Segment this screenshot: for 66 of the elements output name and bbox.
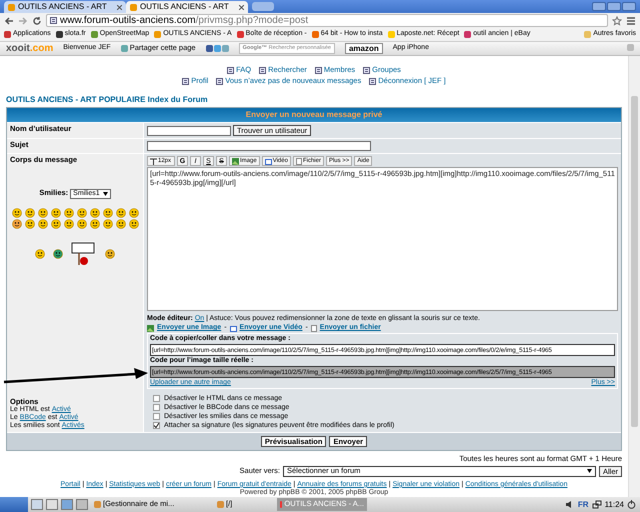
smiley-icon[interactable] [24, 218, 34, 229]
page-icon [363, 66, 370, 74]
smiley-icon[interactable] [90, 208, 100, 218]
caret-icon[interactable] [586, 469, 592, 474]
page-icon [50, 17, 57, 24]
smiley-icon[interactable] [76, 208, 86, 218]
smiley-icon[interactable] [102, 218, 112, 229]
address-field[interactable]: www.forum-outils-anciens.com/privmsg.php?mode=post [46, 14, 608, 27]
checkbox[interactable] [153, 422, 160, 430]
smiley-icon[interactable] [90, 218, 100, 229]
smiley-icon[interactable] [64, 218, 74, 229]
smiley-icon[interactable] [24, 208, 34, 218]
clock: 11:24 [604, 500, 624, 510]
page-icon [369, 78, 376, 85]
smiley-icon[interactable] [105, 248, 115, 259]
facebook-icon[interactable] [206, 45, 213, 52]
checkbox[interactable] [153, 404, 160, 412]
smiley-icon[interactable] [12, 218, 22, 229]
smiley-icon[interactable] [12, 208, 22, 218]
smiley-icon[interactable] [50, 218, 60, 229]
menu-icon[interactable] [626, 16, 636, 26]
picture-icon [147, 324, 154, 332]
text-size-icon [150, 158, 157, 165]
smiley-icon[interactable] [38, 208, 48, 218]
checkmark-icon [154, 423, 159, 428]
smiley-icon[interactable] [50, 208, 60, 218]
subject-field[interactable] [147, 141, 371, 152]
network-icon[interactable] [592, 500, 602, 509]
browser-tab[interactable]: OUTILS ANCIENS - ART [126, 1, 248, 13]
username-field[interactable] [147, 126, 231, 136]
page-icon [216, 78, 224, 85]
file-icon [296, 158, 302, 165]
page-icon [227, 66, 234, 74]
restore-button[interactable] [607, 2, 621, 11]
page-icon [314, 66, 322, 74]
forum-index-link[interactable]: OUTILS ANCIENS - ART POPULAIRE Index du Forum [6, 94, 208, 104]
checkbox[interactable] [153, 395, 160, 402]
star-icon[interactable] [612, 16, 622, 26]
checkbox[interactable] [153, 413, 160, 420]
smiley-icon[interactable] [76, 218, 86, 229]
start-button[interactable] [0, 497, 28, 512]
smiley-icon[interactable] [116, 208, 126, 218]
caret-icon[interactable] [102, 192, 108, 196]
smiley-icon[interactable] [116, 218, 126, 229]
xooit-logo[interactable]: xooit.com [6, 42, 54, 54]
back-icon[interactable] [4, 16, 14, 26]
smiley-icon[interactable] [53, 248, 63, 259]
smiley-icon[interactable] [102, 208, 112, 218]
language-indicator[interactable]: FR [578, 500, 589, 510]
browser-tab[interactable]: OUTILS ANCIENS - ART [4, 1, 126, 13]
smiley-icon[interactable] [38, 218, 48, 229]
smiley-icon[interactable] [128, 208, 138, 218]
form-title: Envoyer un nouveau message privé [7, 108, 621, 122]
smiley-icon[interactable] [128, 218, 138, 229]
scrollbar[interactable] [628, 56, 640, 497]
power-icon[interactable] [627, 500, 636, 509]
close-button[interactable] [622, 2, 636, 11]
amazon-button[interactable]: amazon [344, 42, 383, 54]
page-icon [259, 66, 266, 74]
reload-icon[interactable] [32, 16, 42, 26]
smiley-icon[interactable] [35, 248, 45, 259]
page-icon [182, 78, 190, 85]
sign-holder-drawing[interactable] [71, 242, 97, 266]
minimize-button[interactable] [592, 2, 606, 11]
smiley-icon[interactable] [64, 208, 74, 218]
picture-icon [232, 158, 240, 165]
